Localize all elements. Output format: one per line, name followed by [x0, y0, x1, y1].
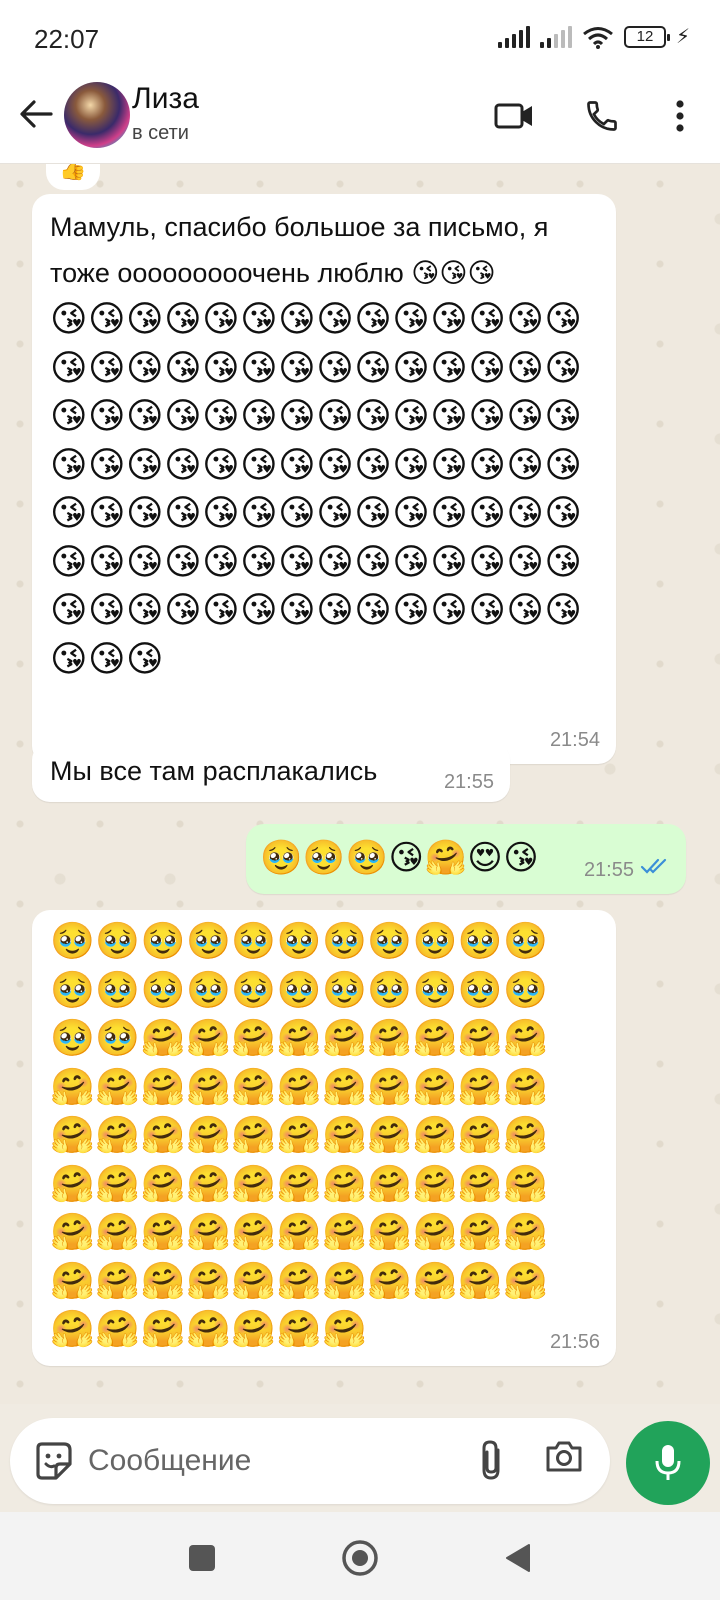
back-button[interactable] — [12, 90, 60, 138]
video-camera-icon — [494, 103, 532, 129]
camera-icon — [546, 1441, 582, 1472]
contact-name[interactable]: Лиза — [132, 82, 199, 116]
message-emojis: 😘😘😘😘😘😘😘😘😘😘😘😘😘😘😘😘😘😘😘😘😘😘😘😘😘😘😘😘😘😘😘😘😘😘😘😘😘😘😘😘… — [50, 299, 583, 680]
battery-icon: 12 — [623, 25, 670, 48]
more-options-button[interactable] — [654, 90, 706, 142]
back-nav-button[interactable] — [494, 1534, 542, 1582]
message-time: 21:55 — [583, 859, 634, 881]
charging-icon: ⚡ — [675, 26, 690, 48]
message-emojis: 🥹🥹🥹🥹🥹🥹🥹🥹🥹🥹🥹🥹🥹🥹🥹🥹🥹🥹🥹🥹🥹🥹🥹🥹🤗🤗🤗🤗🤗🤗🤗🤗🤗🤗🤗🤗🤗🤗🤗🤗… — [50, 921, 549, 1350]
more-vertical-icon — [676, 100, 684, 132]
message-bubble-outgoing[interactable]: 🥹🥹🥹😘🤗😍😘 21:55 — [246, 824, 686, 894]
camera-button[interactable] — [544, 1438, 592, 1484]
home-circle-icon — [342, 1540, 378, 1576]
message-text: Мы все там расплакались — [50, 756, 378, 786]
wifi-icon — [582, 25, 614, 49]
signal-icon-secondary — [539, 25, 572, 48]
arrow-left-icon — [20, 100, 53, 128]
video-call-button[interactable] — [488, 90, 540, 142]
square-icon — [189, 1545, 215, 1571]
paperclip-icon — [482, 1440, 500, 1480]
message-bubble-incoming[interactable]: Мы все там расплакались 21:55 — [32, 742, 510, 802]
status-icons: 12 ⚡ — [497, 24, 690, 49]
voice-call-button[interactable] — [576, 90, 628, 142]
status-time: 22:07 — [34, 24, 100, 54]
signal-icon — [497, 25, 530, 48]
sticker-icon — [36, 1442, 72, 1480]
phone-icon — [587, 101, 617, 131]
chat-header: Лиза в сети — [0, 72, 720, 164]
chat-area[interactable]: 👍 Мамуль, спасибо большое за письмо, я т… — [0, 164, 720, 1404]
avatar[interactable] — [64, 82, 130, 148]
voice-message-button[interactable] — [626, 1421, 710, 1505]
message-time: 21:54 — [549, 729, 600, 751]
read-ticks-icon — [640, 857, 670, 880]
attach-button[interactable] — [476, 1438, 520, 1484]
reaction-badge[interactable]: 👍 — [46, 164, 100, 190]
message-time: 21:56 — [549, 1331, 600, 1353]
status-bar: 22:07 12 ⚡ — [0, 0, 720, 72]
sticker-button[interactable] — [30, 1438, 76, 1484]
message-bubble-incoming[interactable]: 🥹🥹🥹🥹🥹🥹🥹🥹🥹🥹🥹🥹🥹🥹🥹🥹🥹🥹🥹🥹🥹🥹🥹🥹🤗🤗🤗🤗🤗🤗🤗🤗🤗🤗🤗🤗🤗🤗🤗🤗… — [32, 910, 616, 1366]
triangle-back-icon — [506, 1544, 530, 1572]
message-bubble-incoming[interactable]: Мамуль, спасибо большое за письмо, я тож… — [32, 194, 616, 764]
contact-status: в сети — [132, 122, 189, 144]
system-nav-bar — [0, 1512, 720, 1600]
message-text: Мамуль, спасибо большое за письмо, я тож… — [50, 212, 549, 288]
microphone-icon — [655, 1445, 681, 1480]
message-input[interactable] — [88, 1438, 448, 1484]
home-button[interactable] — [336, 1534, 384, 1582]
recents-button[interactable] — [178, 1534, 226, 1582]
message-time: 21:55 — [443, 771, 494, 793]
message-composer — [10, 1418, 610, 1504]
